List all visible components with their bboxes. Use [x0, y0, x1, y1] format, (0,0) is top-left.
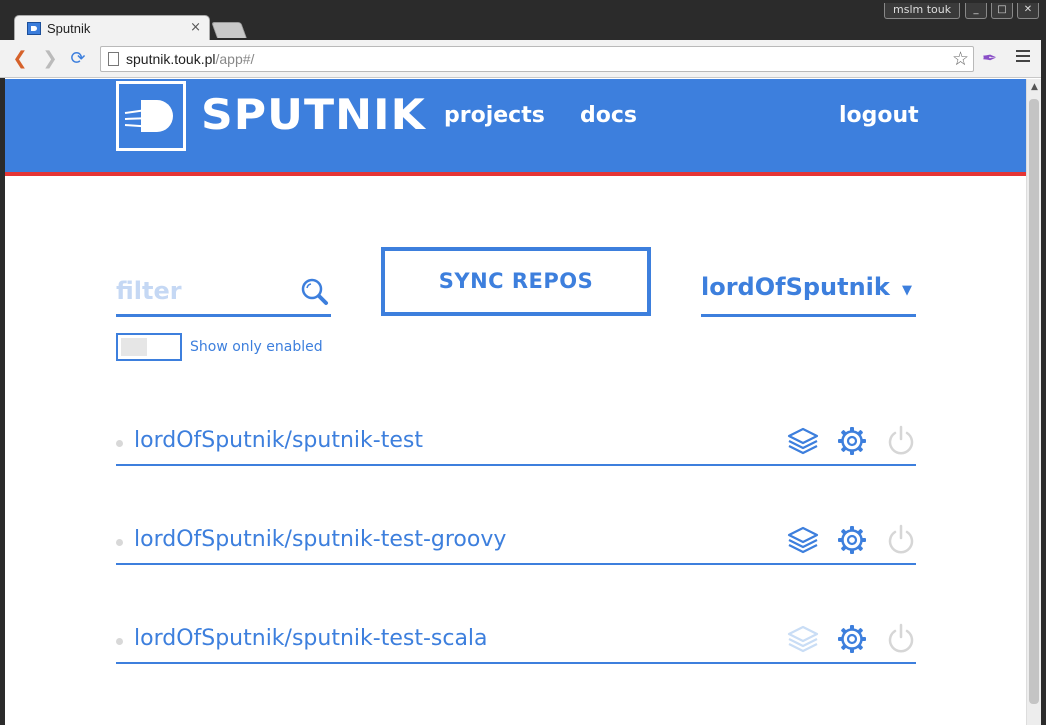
toggle-knob: [121, 338, 147, 356]
filter-input[interactable]: [116, 273, 296, 309]
repo-row: lordOfSputnik/sputnik-test-scala: [116, 614, 916, 664]
caret-down-icon: ▼: [902, 283, 912, 298]
sync-repos-button[interactable]: SYNC REPOS: [381, 247, 651, 316]
bullet-icon: [116, 440, 123, 447]
nav-docs[interactable]: docs: [580, 103, 637, 128]
nav-projects[interactable]: projects: [444, 103, 545, 128]
bookmark-star-icon[interactable]: ☆: [952, 48, 969, 70]
feather-extension-icon[interactable]: ✒: [982, 48, 997, 69]
layers-icon[interactable]: [786, 523, 820, 557]
sputnik-logo[interactable]: [116, 81, 186, 151]
page-viewport: SPUTNIK projects docs logout SYNC REPOS …: [5, 79, 1026, 725]
gear-icon[interactable]: [835, 424, 869, 458]
page-icon: [108, 52, 119, 66]
selected-user: lordOfSputnik: [701, 273, 890, 301]
layers-icon[interactable]: [786, 622, 820, 656]
reload-icon[interactable]: ⟳: [68, 48, 88, 70]
favicon-icon: [27, 22, 41, 35]
window-border: [1041, 0, 1046, 725]
enabled-toggle[interactable]: [116, 333, 182, 361]
url-text: sputnik.touk.pl/app#/: [126, 51, 255, 67]
tab-title: Sputnik: [47, 21, 91, 36]
power-icon[interactable]: [884, 523, 918, 557]
user-dropdown[interactable]: lordOfSputnik ▼: [701, 269, 916, 317]
close-window-button[interactable]: ✕: [1017, 3, 1039, 19]
bullet-icon: [116, 638, 123, 645]
gear-icon[interactable]: [835, 622, 869, 656]
address-bar[interactable]: sputnik.touk.pl/app#/ ☆: [100, 46, 974, 72]
gear-icon[interactable]: [835, 523, 869, 557]
toggle-label[interactable]: Show only enabled: [190, 339, 323, 355]
tab-close-icon[interactable]: ×: [190, 20, 201, 35]
new-tab-button[interactable]: [211, 22, 247, 38]
scrollbar[interactable]: ▲: [1026, 79, 1041, 725]
menu-icon[interactable]: [1016, 50, 1030, 62]
forward-icon[interactable]: ❯: [40, 48, 60, 70]
maximize-button[interactable]: □: [991, 3, 1013, 19]
filter-field: [116, 269, 331, 317]
back-icon[interactable]: ❮: [10, 48, 30, 70]
repo-row: lordOfSputnik/sputnik-test-groovy: [116, 515, 916, 565]
brand-name[interactable]: SPUTNIK: [201, 90, 426, 139]
minimize-button[interactable]: _: [965, 3, 987, 19]
logout-link[interactable]: logout: [839, 103, 919, 128]
power-icon[interactable]: [884, 424, 918, 458]
browser-toolbar: ❮ ❯ ⟳ sputnik.touk.pl/app#/ ☆: [0, 40, 1046, 78]
repo-row: lordOfSputnik/sputnik-test: [116, 416, 916, 466]
layers-icon[interactable]: [786, 424, 820, 458]
window-user[interactable]: mslm touk: [884, 3, 961, 19]
header-accent-line: [5, 172, 1026, 176]
bullet-icon: [116, 539, 123, 546]
repo-name-link[interactable]: lordOfSputnik/sputnik-test-scala: [134, 626, 488, 651]
power-icon[interactable]: [884, 622, 918, 656]
search-icon[interactable]: [300, 277, 330, 307]
app-header: SPUTNIK projects docs logout: [5, 79, 1026, 172]
repo-name-link[interactable]: lordOfSputnik/sputnik-test-groovy: [134, 527, 506, 552]
scroll-up-icon[interactable]: ▲: [1027, 79, 1042, 95]
browser-tab[interactable]: Sputnik ×: [14, 15, 210, 41]
repo-name-link[interactable]: lordOfSputnik/sputnik-test: [134, 428, 423, 453]
scroll-thumb[interactable]: [1029, 99, 1039, 704]
